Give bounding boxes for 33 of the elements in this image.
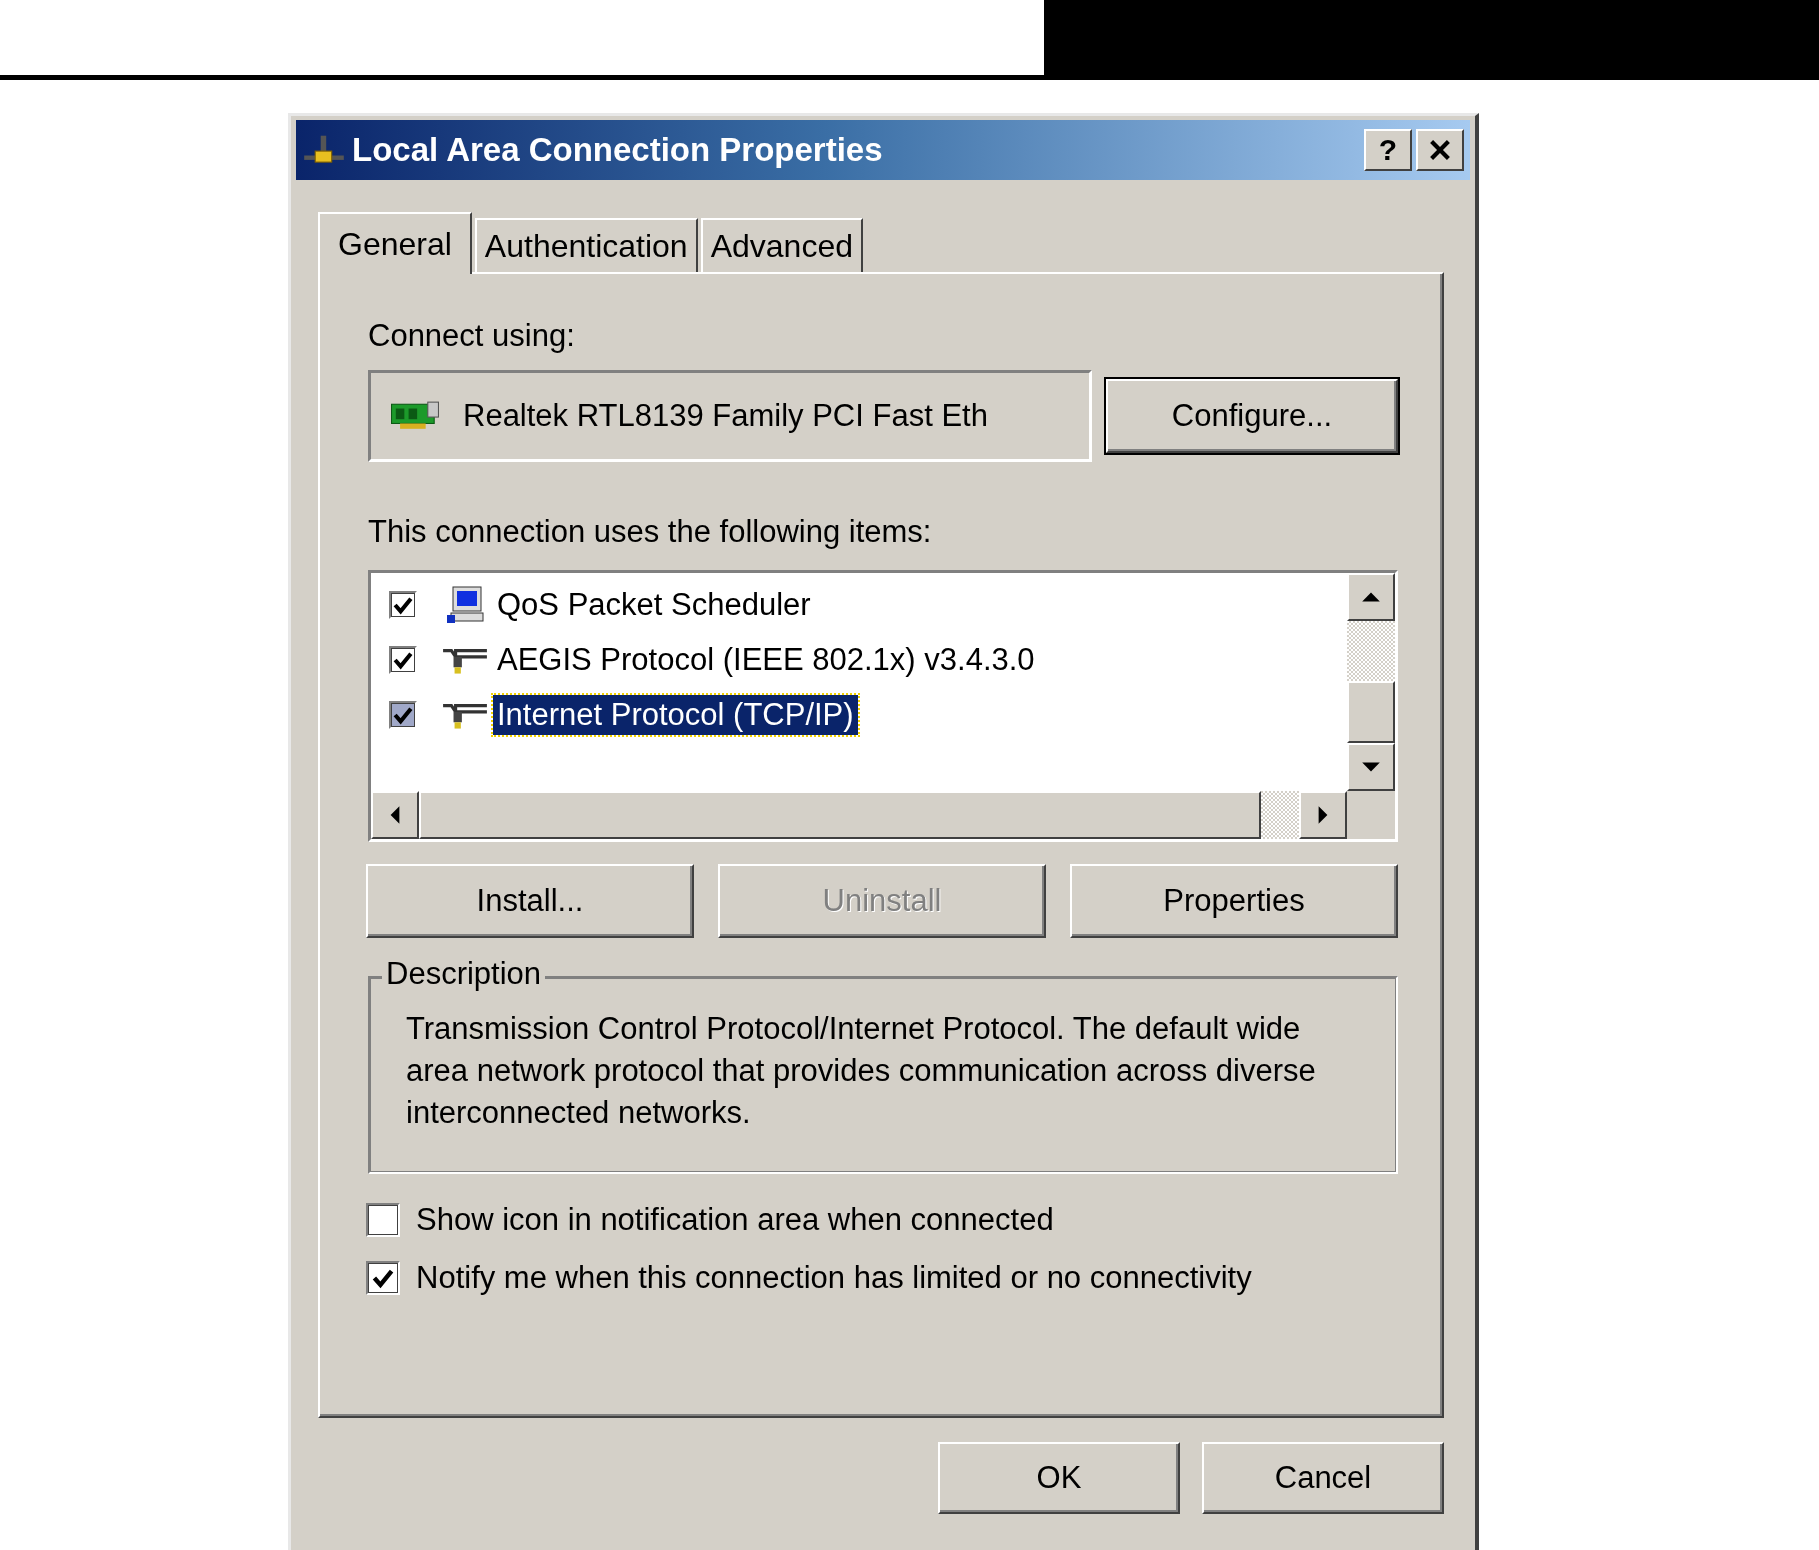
close-button[interactable] [1416,129,1464,171]
checkbox-label: Show icon in notification area when connected [416,1202,1054,1238]
help-button[interactable]: ? [1364,129,1412,171]
tab[interactable]: Advanced [700,218,863,272]
list-item[interactable]: QoS Packet Scheduler [389,577,1347,632]
adapter-name: Realtek RTL8139 Family PCI Fast Eth [463,398,988,434]
window-title: Local Area Connection Properties [352,131,884,169]
item-button[interactable]: Properties [1070,864,1398,938]
checkbox[interactable] [389,700,417,729]
dialog-button[interactable]: OK [938,1442,1180,1514]
checkbox[interactable] [389,645,417,674]
connect-using-label: Connect using: [368,318,576,354]
tab[interactable]: General [318,212,472,274]
item-name: Internet Protocol (TCP/IP) [493,694,858,735]
scrollbar-corner [1347,791,1395,839]
list-item[interactable]: Internet Protocol (TCP/IP) [389,687,1347,742]
checkbox[interactable] [366,1203,400,1237]
vertical-scrollbar[interactable] [1347,573,1395,791]
checkbox-label: Notify me when this connection has limited or no connectivity [416,1260,1252,1296]
item-button[interactable]: Install... [366,864,694,938]
dialog-button[interactable]: Cancel [1202,1442,1444,1514]
tab[interactable]: Authentication [474,218,698,272]
checkbox[interactable] [389,590,417,619]
checkbox[interactable] [366,1261,400,1295]
description-text: Transmission Control Protocol/Internet Protocol. The default wide area network protocol that provides communication across diverse interconnected networks. [406,1010,1317,1132]
list-item[interactable]: AEGIS Protocol (IEEE 802.1x) v3.4.3.0 [389,632,1347,687]
items-label: This connection uses the following items: [368,514,933,550]
close-icon [1428,138,1452,162]
network-card-icon [389,400,441,432]
configure-button[interactable]: Configure... [1106,379,1398,453]
item-name: QoS Packet Scheduler [496,585,812,624]
item-name: AEGIS Protocol (IEEE 802.1x) v3.4.3.0 [496,640,1036,679]
horizontal-scrollbar[interactable] [371,791,1347,839]
